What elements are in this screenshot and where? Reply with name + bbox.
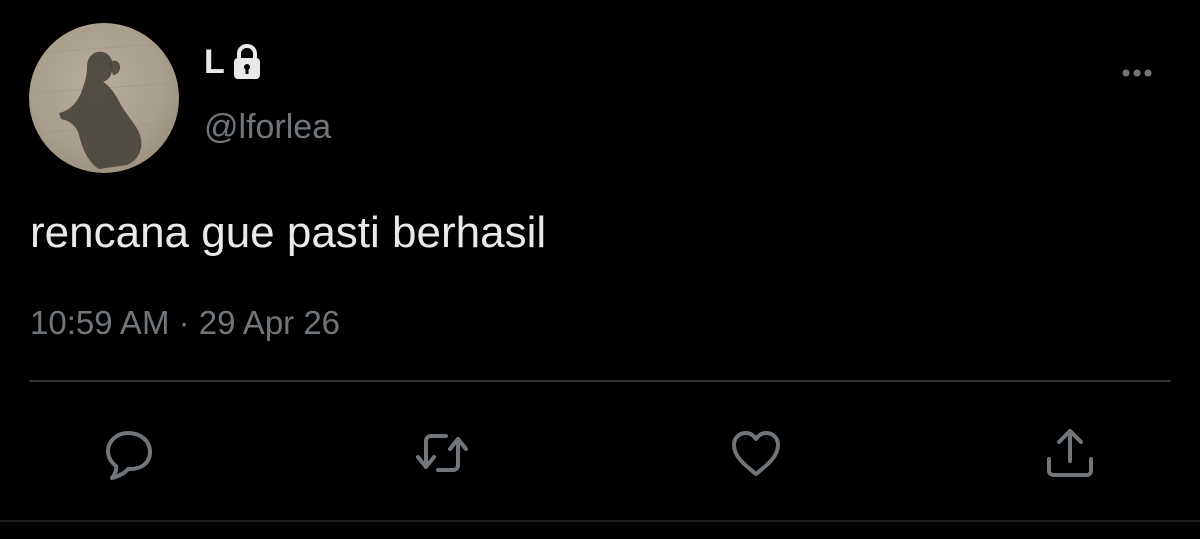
lock-icon [229,42,265,82]
author-handle[interactable]: @lforlea [204,110,331,144]
reply-icon [106,431,152,480]
display-name[interactable]: L [204,45,225,79]
like-icon [732,431,780,476]
tweet-timestamp[interactable]: 10:59 AM · 29 Apr 26 [30,306,340,339]
tweet-text: rencana gue pasti berhasil [30,208,547,257]
divider [29,380,1171,382]
share-button[interactable] [1040,423,1100,483]
author-name-row[interactable]: L [204,40,265,84]
avatar[interactable] [29,23,179,173]
retweet-button[interactable] [412,423,472,483]
avatar-silhouette-icon [33,42,175,169]
retweet-icon [416,434,468,472]
tweet-card: L @lforlea rencana gue pasti berhasil 10… [0,0,1200,539]
more-icon[interactable] [1114,62,1160,84]
like-button[interactable] [726,423,786,483]
reply-button[interactable] [100,423,160,483]
bottom-divider [0,520,1200,522]
share-icon [1047,429,1093,477]
